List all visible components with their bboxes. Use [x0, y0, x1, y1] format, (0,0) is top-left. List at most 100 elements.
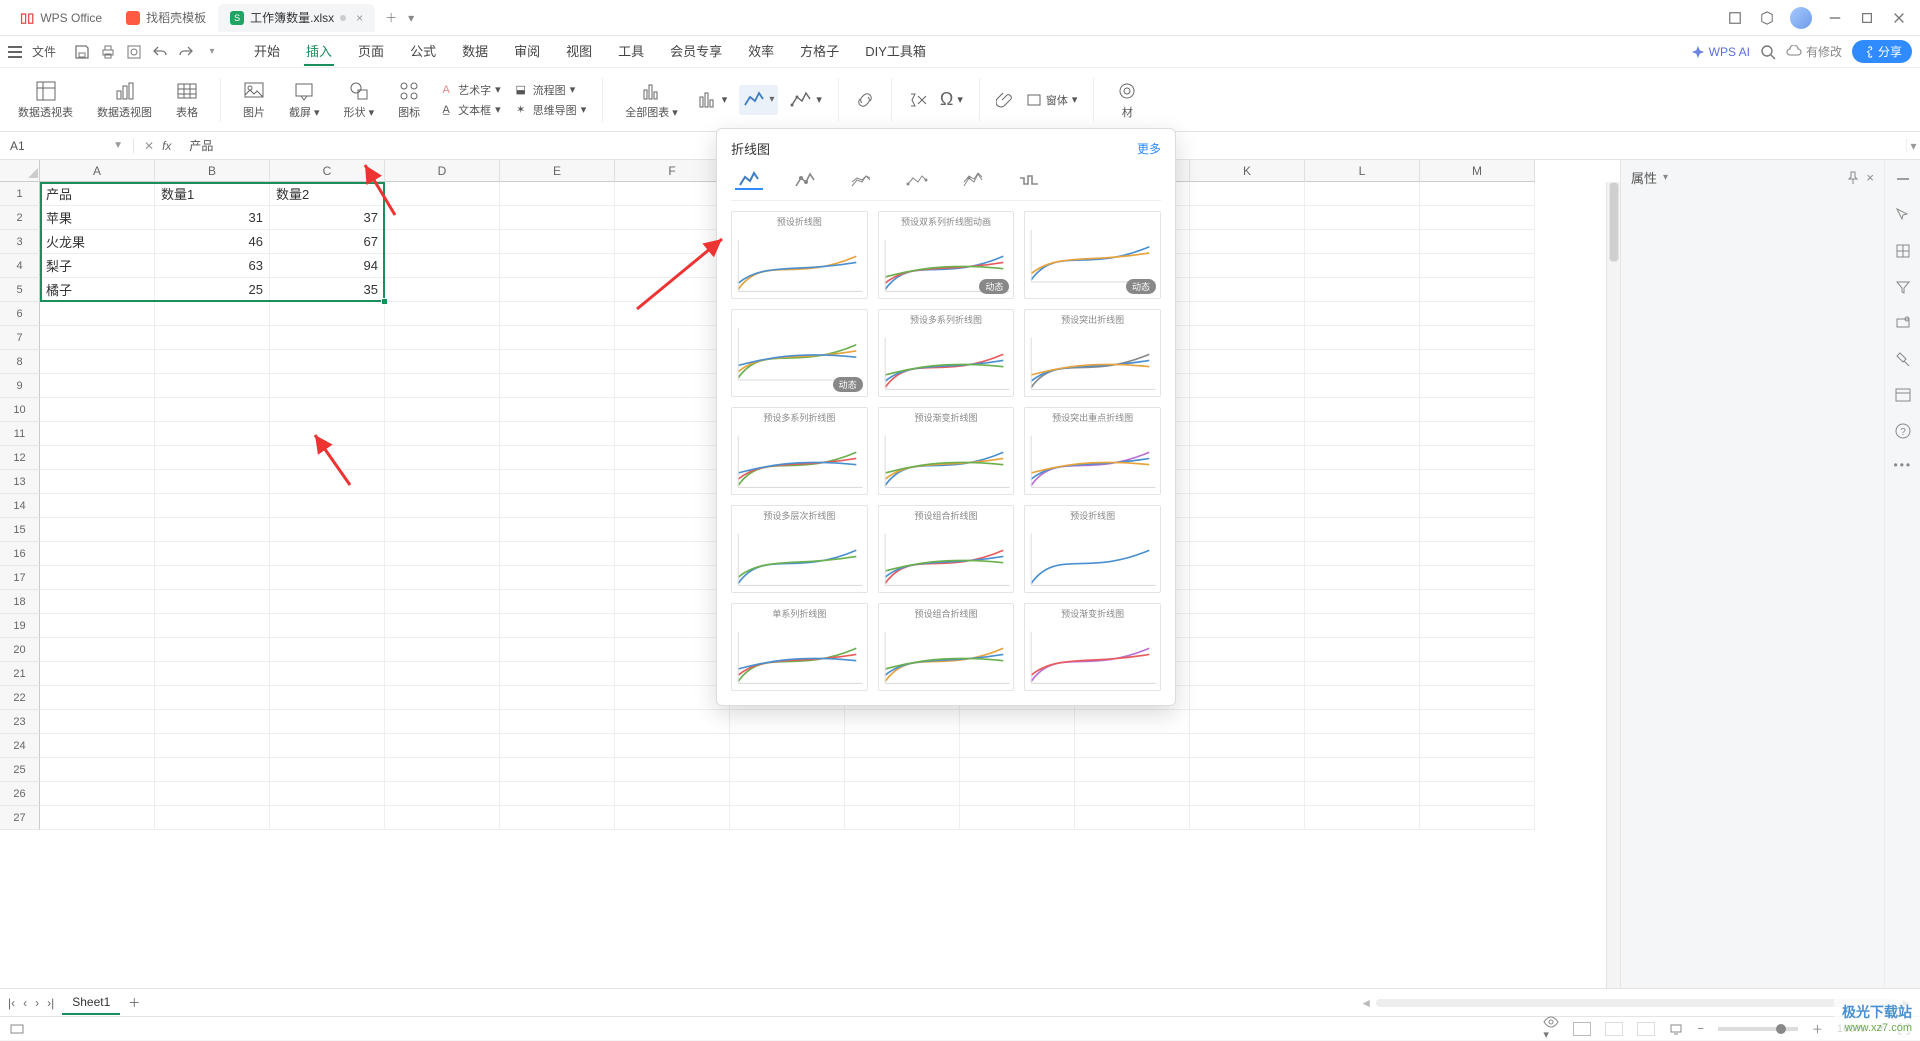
- zoom-slider[interactable]: [1718, 1027, 1798, 1031]
- cell[interactable]: [500, 326, 615, 350]
- cell[interactable]: [1420, 230, 1535, 254]
- cell[interactable]: [270, 734, 385, 758]
- pin-icon[interactable]: [1846, 171, 1860, 185]
- cell[interactable]: [40, 686, 155, 710]
- cell[interactable]: 67: [270, 230, 385, 254]
- cell[interactable]: [270, 590, 385, 614]
- cell[interactable]: [155, 422, 270, 446]
- cell[interactable]: [155, 518, 270, 542]
- chart-thumbnail[interactable]: 动态: [1024, 211, 1161, 299]
- cell[interactable]: [960, 734, 1075, 758]
- selection-fill-handle[interactable]: [381, 298, 388, 305]
- cell[interactable]: [40, 782, 155, 806]
- cell[interactable]: [960, 710, 1075, 734]
- fullscreen-icon[interactable]: [1898, 1023, 1910, 1035]
- cell[interactable]: [385, 254, 500, 278]
- cell[interactable]: [270, 614, 385, 638]
- cell[interactable]: 37: [270, 206, 385, 230]
- scrollbar-thumb[interactable]: [1609, 182, 1619, 262]
- cell[interactable]: [155, 638, 270, 662]
- cell[interactable]: [500, 782, 615, 806]
- sheet-nav-last-icon[interactable]: ›|: [47, 996, 54, 1010]
- cell[interactable]: [500, 302, 615, 326]
- cell[interactable]: 苹果: [40, 206, 155, 230]
- cell[interactable]: [615, 638, 730, 662]
- cell[interactable]: [385, 302, 500, 326]
- cell[interactable]: [1420, 302, 1535, 326]
- cell[interactable]: [615, 686, 730, 710]
- cell[interactable]: 35: [270, 278, 385, 302]
- cell[interactable]: [845, 734, 960, 758]
- cell[interactable]: [40, 398, 155, 422]
- search-icon[interactable]: [1760, 44, 1776, 60]
- style-icon[interactable]: [1894, 242, 1912, 260]
- cell[interactable]: [1420, 350, 1535, 374]
- cell[interactable]: [270, 542, 385, 566]
- cell[interactable]: [155, 686, 270, 710]
- menu-公式[interactable]: 公式: [408, 37, 438, 66]
- cell[interactable]: [40, 470, 155, 494]
- rib-chart-area[interactable]: ▾: [790, 89, 822, 111]
- cell[interactable]: [1190, 638, 1305, 662]
- chart-subtype-line[interactable]: [735, 170, 763, 190]
- cell[interactable]: [385, 806, 500, 830]
- qat-dropdown-icon[interactable]: ▾: [204, 44, 220, 60]
- rib-picture[interactable]: 图片: [237, 80, 271, 120]
- cell[interactable]: [385, 542, 500, 566]
- cell[interactable]: [1190, 326, 1305, 350]
- cell[interactable]: [500, 494, 615, 518]
- cell[interactable]: [1190, 398, 1305, 422]
- col-header[interactable]: M: [1420, 160, 1535, 182]
- cell[interactable]: [1420, 254, 1535, 278]
- sheet-nav-prev-icon[interactable]: ‹: [23, 996, 27, 1010]
- cell[interactable]: [385, 662, 500, 686]
- cell[interactable]: [385, 470, 500, 494]
- cell[interactable]: [385, 638, 500, 662]
- cell[interactable]: [1190, 302, 1305, 326]
- cell[interactable]: [1305, 254, 1420, 278]
- cell[interactable]: [500, 710, 615, 734]
- cell[interactable]: [500, 758, 615, 782]
- cell[interactable]: [500, 566, 615, 590]
- cell[interactable]: [1190, 254, 1305, 278]
- row-header[interactable]: 25: [0, 758, 40, 782]
- cell[interactable]: [1190, 230, 1305, 254]
- cell[interactable]: [500, 590, 615, 614]
- cell[interactable]: [1305, 422, 1420, 446]
- cell[interactable]: [270, 518, 385, 542]
- cell[interactable]: [385, 710, 500, 734]
- cell[interactable]: [1305, 278, 1420, 302]
- cell[interactable]: [1075, 734, 1190, 758]
- cell[interactable]: [155, 302, 270, 326]
- cell[interactable]: [1305, 518, 1420, 542]
- cell[interactable]: [155, 806, 270, 830]
- cell[interactable]: [960, 782, 1075, 806]
- rib-all-charts[interactable]: 全部图表 ▾: [619, 80, 684, 120]
- row-header[interactable]: 3: [0, 230, 40, 254]
- cell[interactable]: [1190, 518, 1305, 542]
- cell[interactable]: [40, 710, 155, 734]
- cell[interactable]: [1305, 590, 1420, 614]
- cell[interactable]: [615, 662, 730, 686]
- cell[interactable]: [1420, 758, 1535, 782]
- cell[interactable]: [1305, 446, 1420, 470]
- cell[interactable]: [40, 494, 155, 518]
- cell[interactable]: [40, 542, 155, 566]
- cell[interactable]: [1190, 590, 1305, 614]
- cell[interactable]: [500, 230, 615, 254]
- menu-工具[interactable]: 工具: [616, 37, 646, 66]
- col-header[interactable]: K: [1190, 160, 1305, 182]
- rib-pivot-chart[interactable]: 数据透视图: [91, 80, 158, 120]
- cell[interactable]: [155, 782, 270, 806]
- cell[interactable]: [615, 182, 730, 206]
- select-all-corner[interactable]: [0, 160, 40, 182]
- cell[interactable]: [1305, 662, 1420, 686]
- cell[interactable]: [1420, 326, 1535, 350]
- cell[interactable]: [155, 542, 270, 566]
- cell[interactable]: [1305, 182, 1420, 206]
- cell[interactable]: [40, 374, 155, 398]
- cell[interactable]: [1190, 542, 1305, 566]
- zoom-in-icon[interactable]: ＋: [1812, 1021, 1823, 1037]
- cell[interactable]: [1420, 374, 1535, 398]
- rib-chart-col[interactable]: ▾: [696, 89, 728, 111]
